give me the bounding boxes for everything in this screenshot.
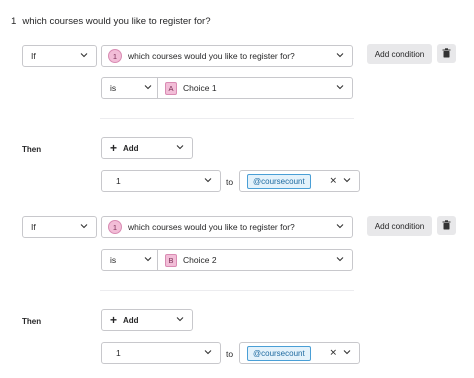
add-label: Add bbox=[123, 143, 139, 153]
chevron-down-icon bbox=[176, 143, 184, 151]
chevron-down-icon bbox=[336, 255, 344, 263]
to-label: to bbox=[226, 177, 234, 187]
question-select-label: which courses would you like to register… bbox=[128, 51, 295, 61]
clear-x-icon[interactable]: ✕ bbox=[329, 176, 337, 187]
value-text: 1 bbox=[116, 176, 121, 186]
question-number: 1 bbox=[11, 16, 17, 27]
choice-text: Choice 2 bbox=[183, 255, 217, 265]
chevron-down-icon bbox=[80, 222, 88, 230]
divider bbox=[157, 78, 158, 98]
chevron-down-icon bbox=[80, 51, 88, 59]
choice-letter: A bbox=[165, 81, 177, 95]
divider bbox=[157, 250, 158, 270]
condition-row: is B Choice 2 bbox=[101, 249, 353, 271]
chevron-down-icon bbox=[144, 83, 152, 91]
add-action-select[interactable]: + Add bbox=[101, 137, 193, 159]
divider bbox=[100, 118, 354, 119]
choice-select[interactable]: A Choice 1 bbox=[165, 81, 217, 95]
chevron-down-icon bbox=[204, 348, 212, 356]
chevron-down-icon bbox=[343, 176, 351, 184]
trash-icon bbox=[442, 219, 451, 232]
chevron-down-icon bbox=[336, 83, 344, 91]
operator-select[interactable]: is bbox=[110, 255, 116, 265]
divider bbox=[100, 290, 354, 291]
then-label: Then bbox=[22, 317, 42, 326]
if-label: If bbox=[31, 222, 36, 232]
chevron-down-icon bbox=[336, 222, 344, 230]
question-number-pill: 1 bbox=[108, 220, 122, 234]
chevron-down-icon bbox=[204, 176, 212, 184]
question-text: which courses would you like to register… bbox=[22, 16, 211, 27]
plus-icon: + bbox=[110, 312, 118, 327]
choice-text: Choice 1 bbox=[183, 83, 217, 93]
chevron-down-icon bbox=[176, 315, 184, 323]
plus-icon: + bbox=[110, 140, 118, 155]
then-label: Then bbox=[22, 145, 42, 154]
delete-button[interactable] bbox=[437, 216, 456, 235]
to-label: to bbox=[226, 349, 234, 359]
delete-button[interactable] bbox=[437, 44, 456, 63]
clear-x-icon[interactable]: ✕ bbox=[329, 348, 337, 359]
chevron-down-icon bbox=[343, 348, 351, 356]
add-label: Add bbox=[123, 315, 139, 325]
chevron-down-icon bbox=[144, 255, 152, 263]
variable-chip: @coursecount bbox=[247, 345, 311, 361]
add-condition-button[interactable]: Add condition bbox=[367, 44, 432, 64]
chevron-down-icon bbox=[336, 51, 344, 59]
if-label: If bbox=[31, 51, 36, 61]
question-select-label: which courses would you like to register… bbox=[128, 222, 295, 232]
value-text: 1 bbox=[116, 348, 121, 358]
question-number-pill: 1 bbox=[108, 49, 122, 63]
trash-icon bbox=[442, 47, 451, 60]
operator-select[interactable]: is bbox=[110, 83, 116, 93]
add-condition-button[interactable]: Add condition bbox=[367, 216, 432, 236]
variable-select[interactable]: @coursecount ✕ bbox=[239, 342, 360, 364]
variable-chip: @coursecount bbox=[247, 173, 311, 189]
variable-select[interactable]: @coursecount ✕ bbox=[239, 170, 360, 192]
question-select[interactable]: 1 which courses would you like to regist… bbox=[101, 216, 353, 238]
value-select[interactable]: 1 bbox=[101, 342, 221, 364]
question-select[interactable]: 1 which courses would you like to regist… bbox=[101, 45, 353, 67]
question-heading: 1 which courses would you like to registe… bbox=[11, 16, 211, 27]
if-select[interactable]: If bbox=[22, 45, 97, 67]
if-select[interactable]: If bbox=[22, 216, 97, 238]
add-action-select[interactable]: + Add bbox=[101, 309, 193, 331]
value-select[interactable]: 1 bbox=[101, 170, 221, 192]
condition-row: is A Choice 1 bbox=[101, 77, 353, 99]
choice-select[interactable]: B Choice 2 bbox=[165, 253, 217, 267]
choice-letter: B bbox=[165, 253, 177, 267]
